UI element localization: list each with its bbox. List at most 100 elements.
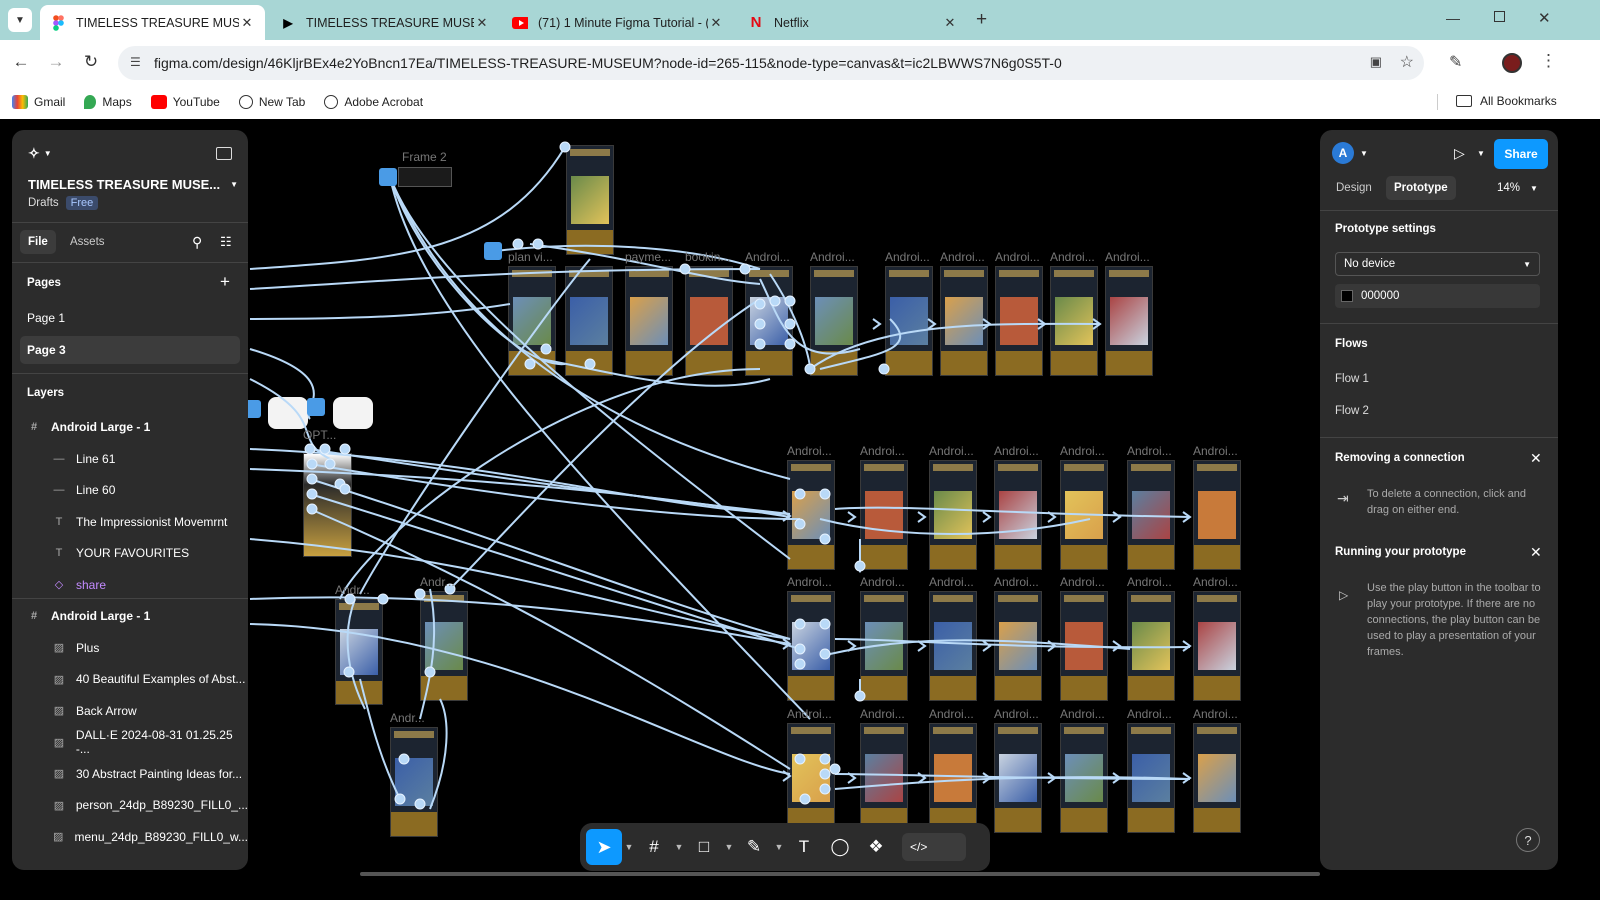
reload-icon[interactable]: ↻ xyxy=(80,52,102,72)
connection-handle[interactable] xyxy=(878,363,890,375)
connection-line[interactable] xyxy=(309,508,791,770)
present-play-icon[interactable]: ▷ xyxy=(1454,145,1465,162)
connection-handle[interactable] xyxy=(819,533,831,545)
connection-handle[interactable] xyxy=(794,753,806,765)
site-settings-icon[interactable]: ☰ xyxy=(130,55,141,69)
tab-design[interactable]: Design xyxy=(1336,182,1372,194)
frame-label[interactable]: Androi... xyxy=(929,444,974,458)
frame-label[interactable]: Androi... xyxy=(940,250,985,264)
profile-avatar[interactable] xyxy=(1502,53,1522,73)
chevron-down-icon[interactable]: ▼ xyxy=(1360,149,1368,158)
frame-label[interactable]: Androi... xyxy=(994,575,1039,589)
connection-handle[interactable] xyxy=(794,518,806,530)
frame-label[interactable]: Androi... xyxy=(745,250,790,264)
main-menu-button[interactable]: ✧ ▼ xyxy=(28,145,52,162)
connection-handle[interactable] xyxy=(794,658,806,670)
connection-line[interactable] xyxy=(834,638,1191,649)
rectangle-tool-icon[interactable]: □ xyxy=(686,829,722,865)
connection-line[interactable] xyxy=(759,278,861,355)
connection-line[interactable] xyxy=(359,678,401,800)
chevron-down-icon[interactable]: ▼ xyxy=(672,842,686,852)
frame-label[interactable]: plan vi... xyxy=(508,250,553,264)
layer-frame[interactable]: # Android Large - 1 xyxy=(12,413,248,441)
bookmark-maps[interactable]: Maps xyxy=(84,95,132,109)
components-tool-icon[interactable]: ❖ xyxy=(858,829,894,865)
frame-label[interactable]: Andr... xyxy=(390,711,425,725)
search-icon[interactable]: ⚲ xyxy=(192,234,202,251)
canvas-scrollbar[interactable] xyxy=(360,872,1320,876)
flow-start-badge[interactable] xyxy=(484,242,502,260)
frame-label[interactable]: Androi... xyxy=(1193,575,1238,589)
extensions-icon[interactable]: ✎ xyxy=(1449,52,1462,72)
flow-start-badge[interactable] xyxy=(307,398,325,416)
frame-label[interactable]: Androi... xyxy=(860,444,905,458)
connection-handle[interactable] xyxy=(559,141,571,153)
tab-netflix[interactable]: N Netflix ✕ xyxy=(738,5,968,40)
tab-figma-file[interactable]: TIMELESS TREASURE MUSEUM ✕ xyxy=(40,5,265,40)
frame-label[interactable]: bookin... xyxy=(685,250,730,264)
connection-line[interactable] xyxy=(389,176,566,366)
tab-prototype[interactable]: Prototype xyxy=(1386,176,1456,200)
address-bar[interactable]: ☰ figma.com/design/46KljrBEx4e2YoBncn17E… xyxy=(118,46,1424,80)
connection-handle[interactable] xyxy=(306,488,318,500)
dev-mode-toggle[interactable]: </> xyxy=(902,833,966,861)
connection-handle[interactable] xyxy=(339,483,351,495)
connection-line[interactable] xyxy=(419,588,436,720)
frame-label[interactable]: Androi... xyxy=(787,444,832,458)
frame-label[interactable]: Androi... xyxy=(1060,575,1105,589)
connection-handle[interactable] xyxy=(854,560,866,572)
connection-handle[interactable] xyxy=(819,618,831,630)
connection-handle[interactable] xyxy=(794,643,806,655)
connection-handle[interactable] xyxy=(398,753,410,765)
connection-handle[interactable] xyxy=(319,443,331,455)
text-tool-icon[interactable]: T xyxy=(786,829,822,865)
connection-handle[interactable] xyxy=(799,793,811,805)
frame-label[interactable]: Androi... xyxy=(810,250,855,264)
connection-handle[interactable] xyxy=(304,443,316,455)
frame-label[interactable]: Frame 2 xyxy=(402,150,447,164)
layer-item[interactable]: ▨ Back Arrow xyxy=(12,697,248,725)
frame-label[interactable]: Andr... xyxy=(335,583,370,597)
connection-handle[interactable] xyxy=(819,768,831,780)
bookmark-youtube[interactable]: YouTube xyxy=(150,95,220,109)
frame-label[interactable]: Androi... xyxy=(1127,707,1172,721)
frame-label[interactable]: Androi... xyxy=(994,444,1039,458)
connection-handle[interactable] xyxy=(784,338,796,350)
layer-item[interactable]: ▨ menu_24dp_B89230_FILL0_w... xyxy=(12,823,248,851)
frame-label[interactable]: Androi... xyxy=(787,575,832,589)
tab-assets[interactable]: Assets xyxy=(70,236,105,248)
share-button[interactable]: Share xyxy=(1494,139,1548,169)
frame-label[interactable]: OPT... xyxy=(303,428,336,442)
layer-item[interactable]: ▨ Plus xyxy=(12,634,248,662)
connection-handle[interactable] xyxy=(306,458,318,470)
chevron-down-icon[interactable]: ▼ xyxy=(772,842,786,852)
connection-handle[interactable] xyxy=(414,798,426,810)
close-icon[interactable]: ✕ xyxy=(1530,450,1542,467)
connection-line[interactable] xyxy=(429,698,448,810)
connection-handle[interactable] xyxy=(377,593,389,605)
page-item-selected[interactable]: Page 3 xyxy=(20,336,240,364)
add-page-icon[interactable]: + xyxy=(220,272,230,292)
flow-start-badge[interactable] xyxy=(379,168,397,186)
bookmark-star-icon[interactable]: ☆ xyxy=(1400,52,1414,72)
connection-handle[interactable] xyxy=(784,318,796,330)
connection-handle[interactable] xyxy=(854,690,866,702)
frame-label[interactable]: Androi... xyxy=(994,707,1039,721)
layer-item[interactable]: ◇ share xyxy=(12,571,248,599)
connection-handle[interactable] xyxy=(819,648,831,660)
connection-handle[interactable] xyxy=(306,473,318,485)
frame-label[interactable]: Androi... xyxy=(1105,250,1150,264)
frame-label[interactable]: Androi... xyxy=(860,575,905,589)
frame-label[interactable]: Andr... xyxy=(420,575,455,589)
frame-label[interactable]: payme... xyxy=(625,250,671,264)
connection-handle[interactable] xyxy=(829,763,841,775)
layer-item[interactable]: ▨ person_24dp_B89230_FILL0_... xyxy=(12,791,248,819)
connection-line[interactable] xyxy=(809,322,1101,370)
connection-handle[interactable] xyxy=(794,618,806,630)
new-tab-button[interactable]: + xyxy=(976,9,987,31)
connection-line[interactable] xyxy=(449,298,761,590)
device-select[interactable]: No device ▼ xyxy=(1335,252,1540,276)
sidebar-toggle-icon[interactable] xyxy=(216,147,232,160)
layer-item[interactable]: — Line 60 xyxy=(12,476,248,504)
frame-label[interactable]: Androi... xyxy=(860,707,905,721)
